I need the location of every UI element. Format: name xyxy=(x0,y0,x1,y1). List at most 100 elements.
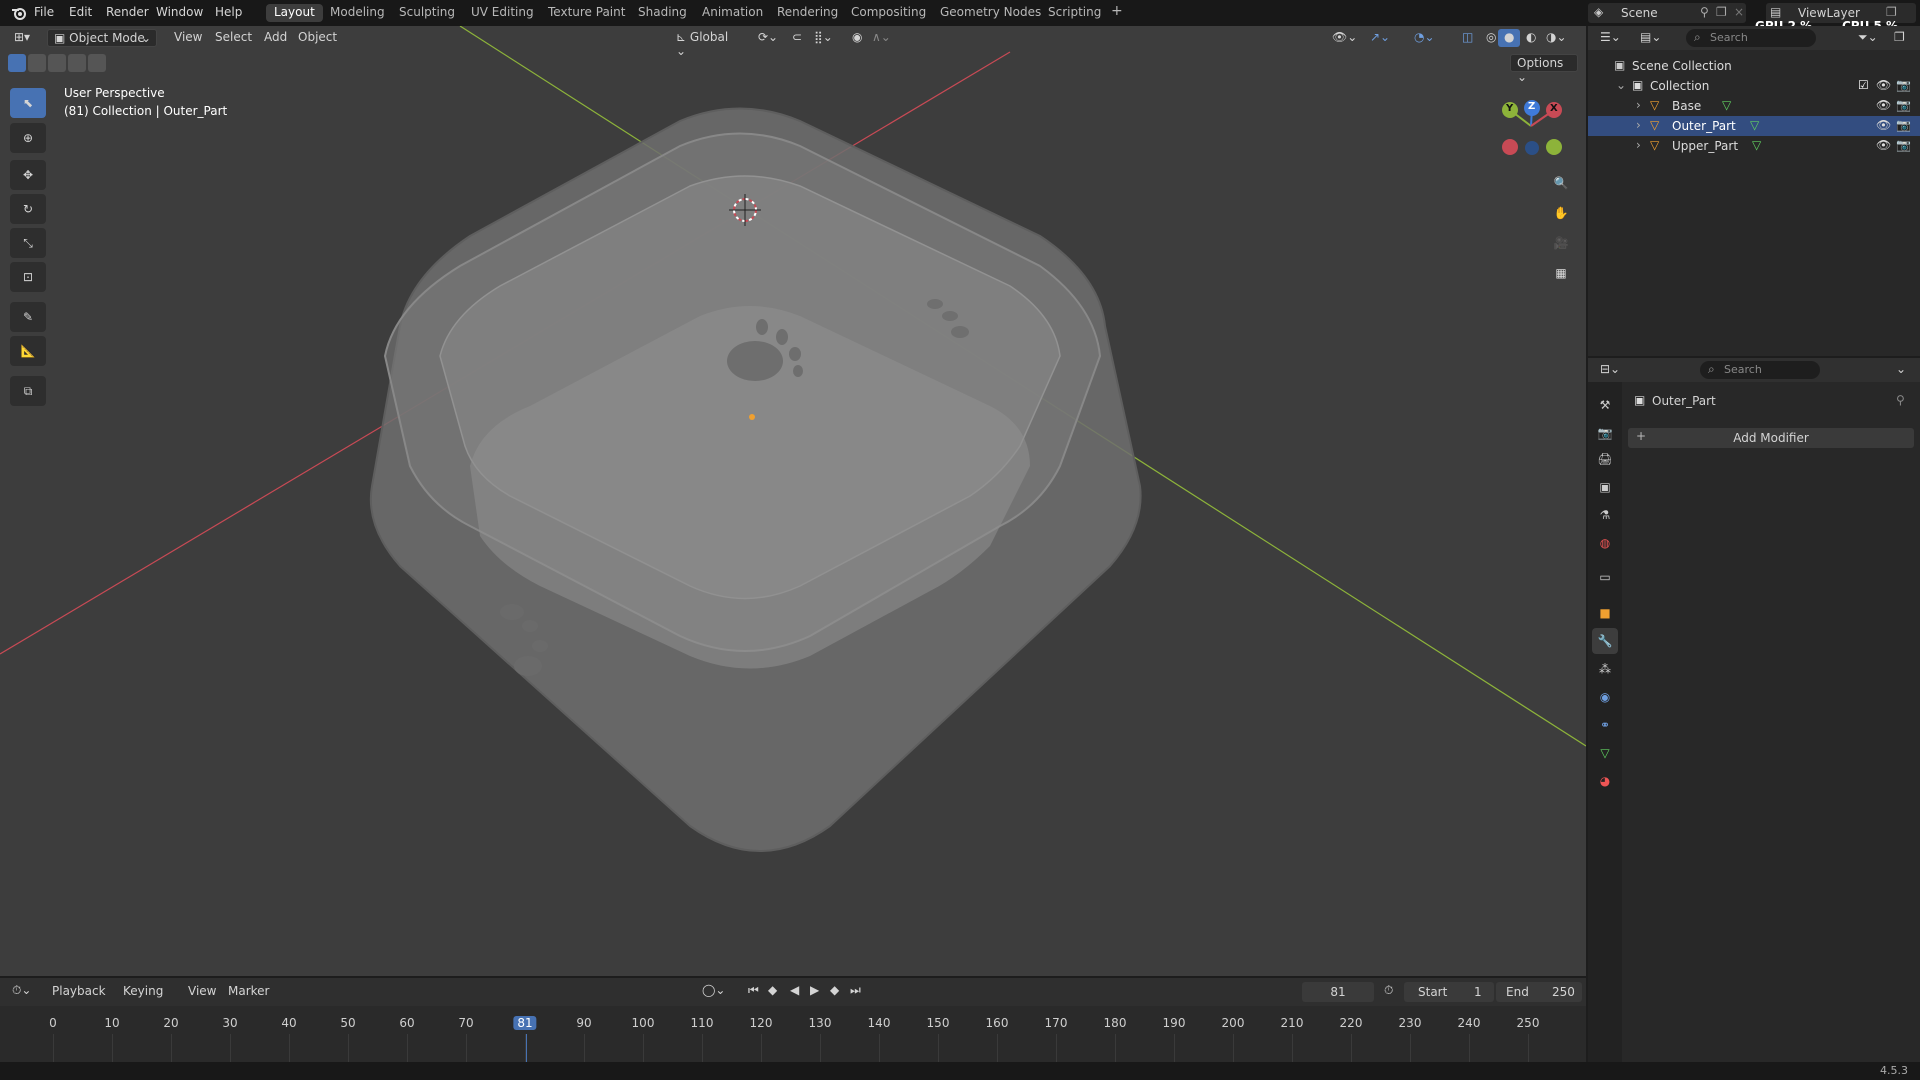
particles-icon[interactable]: ⁂ xyxy=(1592,656,1618,682)
camera-icon[interactable]: 📷 xyxy=(1896,138,1911,152)
properties-editor-icon[interactable]: ⊟⌄ xyxy=(1600,362,1620,376)
add-workspace-button[interactable]: + xyxy=(1103,2,1131,20)
snap-icon[interactable]: ⊂ xyxy=(786,29,808,47)
add-cube-tool[interactable]: ⧉ xyxy=(10,376,46,406)
outliner-scene-collection[interactable]: ▣ Scene Collection xyxy=(1588,56,1920,76)
select-intersect-icon[interactable] xyxy=(88,54,106,72)
tab-scripting[interactable]: Scripting xyxy=(1040,4,1109,22)
eye-icon[interactable]: 👁 xyxy=(1876,118,1891,132)
outliner-object-upper-part[interactable]: › ▽ Upper_Part ▽ 👁 📷 xyxy=(1588,136,1920,156)
visibility-icon[interactable]: 👁⌄ xyxy=(1326,29,1363,47)
3d-viewport[interactable]: ⊞▾ ▣ Object Mode ⌄ View Select Add Objec… xyxy=(0,26,1586,976)
chevron-down-icon[interactable]: ⌄ xyxy=(1896,362,1906,376)
collection-icon[interactable]: ▭ xyxy=(1592,564,1618,590)
tab-uv-editing[interactable]: UV Editing xyxy=(463,4,542,22)
tab-compositing[interactable]: Compositing xyxy=(843,4,934,22)
menu-window[interactable]: Window xyxy=(156,5,203,19)
eye-icon[interactable]: 👁 xyxy=(1876,98,1891,112)
eye-icon[interactable]: 👁 xyxy=(1876,78,1891,92)
tab-shading[interactable]: Shading xyxy=(630,4,695,22)
chevron-right-icon[interactable]: › xyxy=(1636,98,1641,112)
solid-shading-icon[interactable]: ● xyxy=(1498,29,1521,47)
select-subtract-icon[interactable] xyxy=(48,54,66,72)
xray-icon[interactable]: ◫ xyxy=(1456,29,1479,47)
camera-icon[interactable]: 📷 xyxy=(1896,78,1911,92)
snap-target-icon[interactable]: ⣿⌄ xyxy=(808,29,839,47)
scale-tool[interactable]: ⤡ xyxy=(10,228,46,258)
new-scene-icon[interactable]: ❐ xyxy=(1716,5,1727,19)
scene-icon[interactable]: ⚗ xyxy=(1592,502,1618,528)
blender-logo-icon[interactable] xyxy=(10,4,28,22)
constraints-icon[interactable]: ⚭ xyxy=(1592,712,1618,738)
pin-icon[interactable]: ⚲ xyxy=(1896,393,1905,407)
grid-perspective-icon[interactable]: ▦ xyxy=(1548,260,1574,286)
tab-geometry-nodes[interactable]: Geometry Nodes xyxy=(932,4,1049,22)
chevron-right-icon[interactable]: › xyxy=(1636,138,1641,152)
mode-dropdown[interactable]: ▣ Object Mode ⌄ xyxy=(47,29,157,47)
display-mode-icon[interactable]: ▤⌄ xyxy=(1640,30,1661,44)
editor-type-icon[interactable]: ⊞▾ xyxy=(8,29,40,47)
select-invert-icon[interactable] xyxy=(68,54,86,72)
cursor-tool[interactable]: ⊕ xyxy=(10,123,46,153)
outliner-collection[interactable]: ⌄ ▣ Collection ☑ 👁 📷 xyxy=(1588,76,1920,96)
render-icon[interactable]: 📷 xyxy=(1592,420,1618,446)
chevron-right-icon[interactable]: › xyxy=(1636,118,1641,132)
outliner-search-input[interactable]: ⌕ Search xyxy=(1686,29,1816,47)
data-icon[interactable]: ▽ xyxy=(1592,740,1618,766)
menu-view[interactable]: View xyxy=(168,29,208,47)
tab-layout[interactable]: Layout xyxy=(266,4,323,22)
tab-texture-paint[interactable]: Texture Paint xyxy=(540,4,633,22)
select-new-icon[interactable] xyxy=(8,54,26,72)
rotate-tool[interactable]: ↻ xyxy=(10,194,46,224)
select-box-tool[interactable]: ⬉ xyxy=(10,88,46,118)
transform-tool[interactable]: ⊡ xyxy=(10,262,46,292)
menu-help[interactable]: Help xyxy=(215,5,242,19)
menu-render[interactable]: Render xyxy=(106,5,149,19)
eye-icon[interactable]: 👁 xyxy=(1876,138,1891,152)
zoom-icon[interactable]: 🔍 xyxy=(1548,170,1574,196)
outliner-editor-icon[interactable]: ☰⌄ xyxy=(1600,30,1621,44)
mesh-data-icon[interactable]: ▽ xyxy=(1722,98,1731,112)
material-icon[interactable]: ◕ xyxy=(1592,768,1618,794)
menu-select[interactable]: Select xyxy=(209,29,258,47)
transform-orientation-dropdown[interactable]: ⊾ Global ⌄ xyxy=(670,29,745,58)
menu-object[interactable]: Object xyxy=(292,29,343,47)
outliner-object-base[interactable]: › ▽ Base ▽ 👁 📷 xyxy=(1588,96,1920,116)
camera-icon[interactable]: 📷 xyxy=(1896,118,1911,132)
tool-icon[interactable]: ⚒ xyxy=(1592,392,1618,418)
new-collection-icon[interactable]: ❐ xyxy=(1894,30,1905,44)
physics-icon[interactable]: ◉ xyxy=(1592,684,1618,710)
options-dropdown[interactable]: Options ⌄ xyxy=(1510,54,1578,84)
mesh-data-icon[interactable]: ▽ xyxy=(1752,138,1761,152)
checkbox-icon[interactable]: ☑ xyxy=(1858,78,1869,92)
move-tool[interactable]: ✥ xyxy=(10,160,46,190)
camera-view-icon[interactable]: 🎥 xyxy=(1548,230,1574,256)
tab-rendering[interactable]: Rendering xyxy=(769,4,846,22)
world-icon[interactable]: ◍ xyxy=(1592,530,1618,556)
object-icon[interactable]: ■ xyxy=(1592,600,1618,626)
overlays-icon[interactable]: ◔⌄ xyxy=(1408,29,1441,47)
mesh-data-icon[interactable]: ▽ xyxy=(1750,118,1759,132)
pan-hand-icon[interactable]: ✋ xyxy=(1548,200,1574,226)
add-modifier-button[interactable]: + Add Modifier xyxy=(1628,428,1914,448)
modifier-icon[interactable]: 🔧 xyxy=(1592,628,1618,654)
camera-icon[interactable]: 📷 xyxy=(1896,98,1911,112)
chevron-down-icon[interactable]: ⌄ xyxy=(1616,78,1626,92)
filter-icon[interactable]: ⏷⌄ xyxy=(1858,30,1878,45)
pin-icon[interactable]: ⚲ xyxy=(1700,5,1709,19)
new-view-layer-icon[interactable]: ❐ xyxy=(1886,5,1897,19)
outliner-object-outer-part[interactable]: › ▽ Outer_Part ▽ 👁 📷 xyxy=(1588,116,1920,136)
gizmo-icon[interactable]: ↗⌄ xyxy=(1364,29,1396,47)
view-layer-icon[interactable]: ▣ xyxy=(1592,474,1618,500)
menu-edit[interactable]: Edit xyxy=(69,5,92,19)
menu-add[interactable]: Add xyxy=(258,29,293,47)
tab-modeling[interactable]: Modeling xyxy=(322,4,393,22)
annotate-tool[interactable]: ✎ xyxy=(10,302,46,332)
menu-file[interactable]: File xyxy=(34,5,54,19)
properties-search-input[interactable]: ⌕ Search xyxy=(1700,361,1820,379)
rendered-shading-icon[interactable]: ◑⌄ xyxy=(1540,29,1573,47)
output-icon[interactable]: 🖨 xyxy=(1592,446,1618,472)
close-scene-icon[interactable]: × xyxy=(1734,5,1744,19)
pivot-point-icon[interactable]: ⟳⌄ xyxy=(752,29,784,47)
tab-animation[interactable]: Animation xyxy=(694,4,771,22)
